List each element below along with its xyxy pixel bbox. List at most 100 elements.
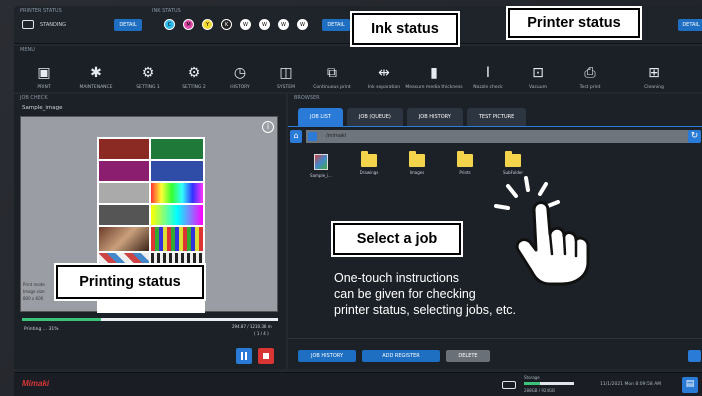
ink-letter: W [243, 21, 248, 28]
menu-item-11[interactable]: ⎙ Test print [562, 56, 618, 90]
file-item-4[interactable]: SubFolder [498, 151, 528, 175]
menu-item-1[interactable]: ✱ MAINTENANCE [68, 56, 124, 90]
menu-item-8[interactable]: ▮ Measure media thickness [405, 56, 463, 90]
menu-label: Cleaning [644, 85, 664, 90]
storage-track [524, 382, 574, 385]
bottom-bar: Mimaki Storage 288GB / 924GB 11/1/2021 M… [14, 372, 702, 396]
printer-detail-button[interactable]: DETAIL [114, 19, 142, 31]
browser-label: BROWSER [294, 95, 320, 101]
menu-label: Nozzle check [473, 85, 503, 90]
chat-icon[interactable]: ▤ [682, 377, 698, 393]
progress-count: ( 1 / 4 ) [254, 331, 269, 336]
storage-value: 288GB / 924GB [524, 388, 555, 393]
file-item-0[interactable]: Sample_i... [306, 154, 336, 178]
menu-icon: ▣ [37, 65, 51, 81]
preview-info-1: Print mode [23, 282, 45, 287]
ink-detail-button[interactable]: DETAIL [322, 19, 350, 31]
browser-button-0[interactable]: JOB HISTORY [298, 350, 356, 362]
ink-dot-1: M [183, 19, 194, 30]
tab-2[interactable]: JOB HISTORY [406, 108, 463, 126]
menu-icon: Ⅰ [485, 65, 491, 81]
ink-dot-0: C [164, 19, 175, 30]
image-view-icon[interactable] [688, 350, 701, 362]
path-bar: /mimaki [306, 130, 690, 143]
menu-label: Continuous print [313, 85, 351, 90]
folder-up-icon[interactable] [308, 132, 317, 141]
menu-label: HISTORY [230, 85, 250, 90]
file-name: Prints [459, 170, 471, 175]
file-name: Drawings [359, 170, 379, 175]
menu-label: SETTING 1 [136, 85, 160, 90]
ink-letter: K [224, 21, 229, 28]
file-name: Images [409, 170, 425, 175]
menu-label: Test print [579, 85, 601, 90]
browser-button-2[interactable]: DELETE [446, 350, 490, 362]
ink-dot-2: Y [202, 19, 213, 30]
instructions-line-2: can be given for checking [334, 287, 476, 301]
menu-icon: ⎙ [584, 65, 596, 81]
select-job-callout: Select a job [333, 223, 461, 255]
storage-label: Storage [524, 375, 540, 380]
progress-fill [22, 318, 102, 321]
menu-icon: ⊞ [648, 65, 660, 81]
file-item-2[interactable]: Images [402, 151, 432, 175]
file-item-3[interactable]: Prints [450, 151, 480, 175]
browser-button-1[interactable]: ADD REGISTER [362, 350, 440, 362]
info-icon[interactable]: i [262, 121, 274, 133]
folder-icon [505, 151, 521, 167]
menu-icon: ⚙ [187, 65, 201, 81]
menu-icon: ◷ [233, 65, 247, 81]
menu-item-6[interactable]: ⧉ Continuous print [304, 56, 360, 90]
menu-item-0[interactable]: ▣ PRINT [16, 56, 72, 90]
menu-label: SYSTEM [277, 85, 295, 90]
ink-dot-4: W [240, 19, 251, 30]
file-item-1[interactable]: Drawings [354, 151, 384, 175]
storage-fill [524, 382, 540, 385]
progress-track [22, 318, 278, 321]
job-check-panel: JOB CHECK Sample_image i Print mode Imag… [14, 94, 286, 369]
printer-icon [22, 20, 34, 29]
menu-icon: ⊡ [532, 65, 544, 81]
folder-icon [361, 151, 377, 167]
menu-item-9[interactable]: Ⅰ Nozzle check [460, 56, 516, 90]
date-time: 11/1/2021 Mon 8:09:58 AM [600, 382, 662, 387]
pause-button[interactable] [236, 348, 252, 364]
ink-dot-7: W [297, 19, 308, 30]
menu-icon: ⧉ [327, 65, 337, 81]
instructions-line-3: printer status, selecting jobs, etc. [334, 303, 517, 317]
ink-letter: M [186, 21, 191, 28]
browser-tabs: JOB LIST JOB (QUEUE) JOB HISTORY TEST PICTU… [298, 108, 527, 126]
menu-label: PRINT [37, 85, 51, 90]
printing-status-callout: Printing status [56, 265, 204, 299]
ink-letter: C [167, 21, 172, 28]
menu-label: MAINTENANCE [79, 85, 113, 90]
tab-1[interactable]: JOB (QUEUE) [346, 108, 403, 126]
image-file-icon [314, 154, 328, 170]
refresh-icon[interactable]: ↻ [688, 130, 701, 143]
menu-item-12[interactable]: ⊞ Cleaning [626, 56, 682, 90]
storage-icon [502, 381, 516, 389]
job-check-label: JOB CHECK [20, 95, 48, 101]
menu-label: SETTING 2 [182, 85, 206, 90]
ink-dot-6: W [278, 19, 289, 30]
menu-icon: ⚙ [141, 65, 155, 81]
menu-icon: ▮ [430, 65, 438, 81]
home-icon[interactable]: ⌂ [290, 130, 302, 143]
folder-icon [409, 151, 425, 167]
printer-status-value: STANDING [40, 22, 66, 28]
tab-3[interactable]: TEST PICTURE [466, 108, 527, 126]
job-name: Sample_image [22, 105, 63, 111]
menu-item-7[interactable]: ⇹ Ink separation [356, 56, 412, 90]
menu-item-10[interactable]: ⊡ Vacuum [510, 56, 566, 90]
ink-dot-5: W [259, 19, 270, 30]
file-name: Sample_i... [310, 173, 332, 178]
tab-0[interactable]: JOB LIST [298, 108, 343, 126]
preview-info-3: 800 x 600 [23, 296, 44, 301]
menu-label: Vacuum [528, 85, 548, 90]
menu-icon: ◫ [279, 65, 293, 81]
progress-length: 294.87 / 1210.36 m [232, 324, 272, 329]
ink-status-callout: Ink status [352, 13, 458, 45]
stop-button[interactable] [258, 348, 274, 364]
menu-label: Measure media thickness [405, 85, 463, 90]
detail-button[interactable]: DETAIL [678, 19, 702, 31]
